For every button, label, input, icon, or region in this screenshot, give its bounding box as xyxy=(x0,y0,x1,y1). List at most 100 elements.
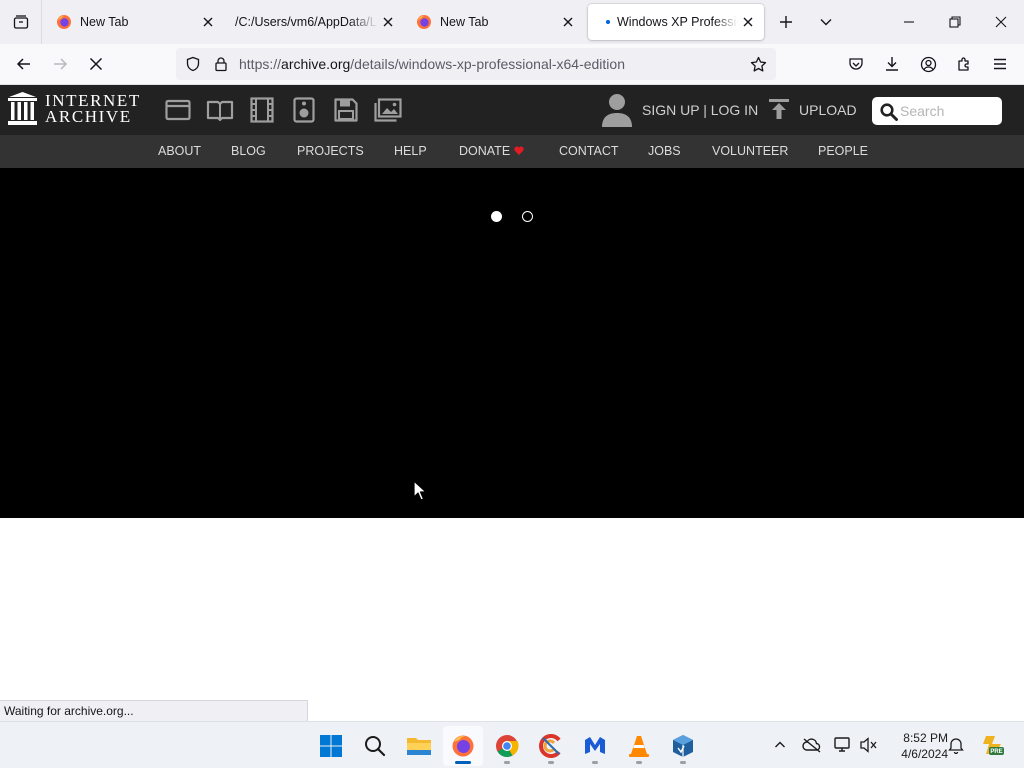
active-app-indicator xyxy=(455,761,471,764)
back-button[interactable] xyxy=(8,48,40,80)
user-avatar-icon[interactable] xyxy=(601,93,633,127)
search-icon[interactable] xyxy=(880,103,898,121)
ia-secondary-nav: ABOUT BLOG PROJECTS HELP DONATE CONTACT … xyxy=(0,135,1024,168)
nav-projects-link[interactable]: PROJECTS xyxy=(297,144,364,158)
mouse-cursor-icon xyxy=(413,480,427,501)
nav-people-link[interactable]: PEOPLE xyxy=(818,144,868,158)
nav-donate-link[interactable]: DONATE xyxy=(459,144,524,158)
carousel-dot-1[interactable] xyxy=(491,211,502,222)
bell-icon xyxy=(948,738,964,754)
network-tray-button[interactable] xyxy=(832,734,854,756)
ia-top-nav: INTERNET ARCHIVE SIGN UP | LOG IN UPLOAD xyxy=(0,85,1024,135)
logo-line-2: ARCHIVE xyxy=(45,106,132,126)
copilot-pre-icon: PRE xyxy=(983,736,1004,755)
copilot-preview-button[interactable]: PRE xyxy=(980,734,1006,756)
item-theatre[interactable] xyxy=(0,168,1024,518)
tab-new-tab-1[interactable]: New Tab xyxy=(44,4,224,40)
list-all-tabs-button[interactable] xyxy=(808,4,844,40)
file-explorer-button[interactable] xyxy=(399,726,439,766)
show-hidden-icons-button[interactable] xyxy=(769,734,791,756)
close-tab-icon[interactable] xyxy=(558,12,578,32)
firefox-taskbar-button[interactable] xyxy=(443,726,483,766)
forward-button[interactable] xyxy=(44,48,76,80)
sign-up-log-in-link[interactable]: SIGN UP | LOG IN xyxy=(642,102,758,118)
carousel-dot-2[interactable] xyxy=(522,211,533,222)
tab-title: /C:/Users/vm6/AppData/Local xyxy=(235,15,378,29)
heart-icon xyxy=(514,146,524,155)
hamburger-menu-icon xyxy=(994,58,1006,70)
downloads-button[interactable] xyxy=(876,48,908,80)
onedrive-tray-button[interactable] xyxy=(801,734,823,756)
tab-windows-xp-active[interactable]: Windows XP Professional x64 xyxy=(588,4,764,40)
tab-overview-button[interactable] xyxy=(0,0,42,44)
account-button[interactable] xyxy=(912,48,944,80)
malwarebytes-taskbar-button[interactable] xyxy=(575,726,615,766)
tab-local-file[interactable]: /C:/Users/vm6/AppData/Local xyxy=(224,4,404,40)
web-icon[interactable] xyxy=(164,96,192,124)
pocket-icon xyxy=(849,58,863,70)
ia-search-box[interactable] xyxy=(872,97,1002,125)
puzzle-piece-icon xyxy=(958,57,969,71)
video-icon[interactable] xyxy=(248,96,276,124)
minimize-button[interactable] xyxy=(886,0,932,44)
ia-search-input[interactable] xyxy=(900,102,996,120)
chrome-taskbar-button[interactable] xyxy=(487,726,527,766)
malwarebytes-icon xyxy=(585,737,605,754)
close-icon xyxy=(995,16,1007,28)
close-tab-icon[interactable] xyxy=(198,12,218,32)
address-bar[interactable]: https://archive.org/details/windows-xp-p… xyxy=(176,48,776,80)
running-app-indicator xyxy=(592,761,598,764)
ia-logo-link[interactable]: INTERNET ARCHIVE xyxy=(8,92,141,125)
close-window-button[interactable] xyxy=(978,0,1024,44)
bookmark-star-icon[interactable] xyxy=(749,55,767,73)
chevron-down-icon xyxy=(820,19,832,26)
nav-jobs-link[interactable]: JOBS xyxy=(648,144,681,158)
app-menu-button[interactable] xyxy=(984,48,1016,80)
tab-title: New Tab xyxy=(440,15,489,29)
restore-icon xyxy=(949,16,961,28)
donate-label: DONATE xyxy=(459,144,511,158)
start-button[interactable] xyxy=(311,726,351,766)
close-tab-icon[interactable] xyxy=(378,12,398,32)
images-icon[interactable] xyxy=(374,96,402,124)
taskbar-search-button[interactable] xyxy=(355,726,395,766)
virtualbox-icon xyxy=(673,735,693,757)
plus-icon xyxy=(780,16,792,28)
search-icon xyxy=(365,736,386,757)
nav-blog-link[interactable]: BLOG xyxy=(231,144,266,158)
network-icon xyxy=(834,737,850,752)
texts-icon[interactable] xyxy=(206,96,234,124)
software-icon[interactable] xyxy=(332,96,360,124)
audio-icon[interactable] xyxy=(290,96,318,124)
virtualbox-taskbar-button[interactable] xyxy=(663,726,703,766)
account-icon xyxy=(920,56,936,72)
ia-logo-wordmark: INTERNET ARCHIVE xyxy=(45,92,141,126)
extensions-button[interactable] xyxy=(948,48,980,80)
restore-button[interactable] xyxy=(932,0,978,44)
nav-about-link[interactable]: ABOUT xyxy=(158,144,201,158)
pocket-button[interactable] xyxy=(840,48,872,80)
tab-title: New Tab xyxy=(80,15,129,29)
stop-loading-button[interactable] xyxy=(80,48,112,80)
firefox-icon xyxy=(452,735,474,757)
tracking-protection-shield-icon[interactable] xyxy=(184,55,202,73)
ccleaner-taskbar-button[interactable] xyxy=(531,726,571,766)
nav-help-link[interactable]: HELP xyxy=(394,144,427,158)
upload-link[interactable]: UPLOAD xyxy=(799,102,857,118)
lock-icon[interactable] xyxy=(212,55,230,73)
nav-volunteer-link[interactable]: VOLUNTEER xyxy=(712,144,788,158)
url-host: archive.org xyxy=(281,56,351,72)
notifications-button[interactable] xyxy=(945,734,967,756)
close-tab-icon[interactable] xyxy=(738,12,758,32)
new-tab-button[interactable] xyxy=(768,4,804,40)
volume-tray-button[interactable] xyxy=(858,734,880,756)
system-clock[interactable]: 8:52 PM 4/6/2024 xyxy=(884,730,948,762)
chevron-up-icon xyxy=(775,741,785,748)
upload-icon[interactable] xyxy=(768,98,790,120)
url-text[interactable]: https://archive.org/details/windows-xp-p… xyxy=(239,56,625,72)
tab-new-tab-2[interactable]: New Tab xyxy=(404,4,584,40)
nav-contact-link[interactable]: CONTACT xyxy=(559,144,619,158)
vlc-taskbar-button[interactable] xyxy=(619,726,659,766)
ia-logo-icon xyxy=(8,92,37,125)
clock-time: 8:52 PM xyxy=(903,731,948,745)
